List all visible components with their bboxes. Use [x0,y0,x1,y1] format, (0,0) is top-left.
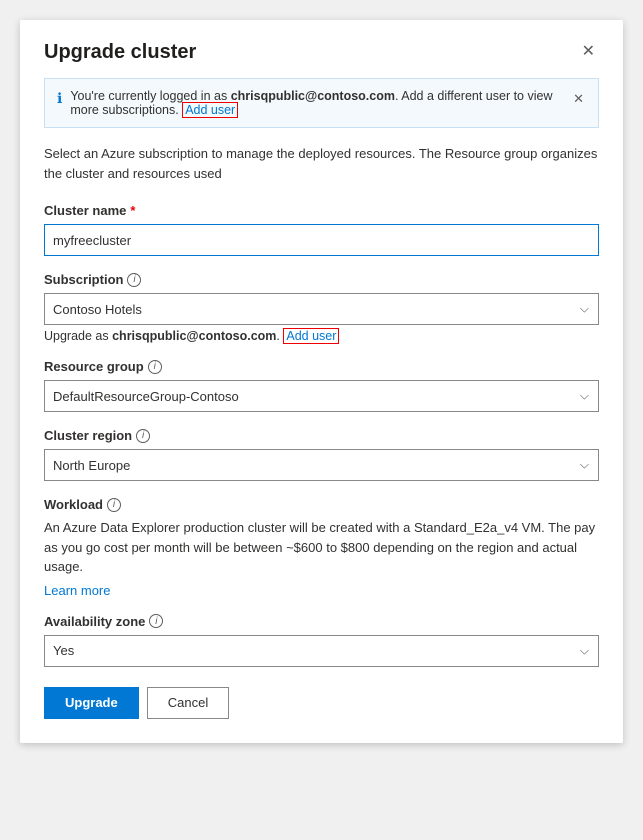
cancel-button[interactable]: Cancel [147,687,229,719]
banner-add-user-link[interactable]: Add user [182,102,238,118]
availability-zone-info-icon: i [149,614,163,628]
subscription-select[interactable]: Contoso Hotels [44,293,599,325]
learn-more-link[interactable]: Learn more [44,583,110,598]
dialog-header: Upgrade cluster ✕ [44,40,599,64]
subscription-select-wrapper: Contoso Hotels ⌵ [44,293,599,325]
availability-zone-field: Availability zone i Yes ⌵ [44,614,599,667]
cluster-region-select[interactable]: North Europe [44,449,599,481]
subscription-info-icon: i [127,273,141,287]
upgrade-cluster-dialog: Upgrade cluster ✕ ℹ You're currently log… [20,20,623,743]
resource-group-info-icon: i [148,360,162,374]
cluster-name-input[interactable] [44,224,599,256]
workload-description: An Azure Data Explorer production cluste… [44,518,599,577]
resource-group-select-wrapper: DefaultResourceGroup-Contoso ⌵ [44,380,599,412]
footer-buttons: Upgrade Cancel [44,687,599,719]
resource-group-select[interactable]: DefaultResourceGroup-Contoso [44,380,599,412]
cluster-region-label: Cluster region i [44,428,599,443]
availability-zone-select-wrapper: Yes ⌵ [44,635,599,667]
subscription-label: Subscription i [44,272,599,287]
subscription-add-user-link[interactable]: Add user [283,328,339,344]
workload-label: Workload i [44,497,599,512]
dialog-title: Upgrade cluster [44,41,196,64]
info-banner: ℹ You're currently logged in as chrisqpu… [44,78,599,128]
cluster-region-select-wrapper: North Europe ⌵ [44,449,599,481]
banner-text: You're currently logged in as chrisqpubl… [70,89,563,117]
availability-zone-label: Availability zone i [44,614,599,629]
cluster-name-label: Cluster name * [44,203,599,218]
cluster-region-field: Cluster region i North Europe ⌵ [44,428,599,481]
required-indicator: * [130,203,135,218]
banner-close-button[interactable]: ✕ [571,89,586,109]
cluster-region-info-icon: i [136,429,150,443]
cluster-name-field: Cluster name * [44,203,599,256]
info-icon: ℹ [57,90,62,107]
workload-info-icon: i [107,498,121,512]
workload-field: Workload i An Azure Data Explorer produc… [44,497,599,598]
resource-group-label: Resource group i [44,359,599,374]
upgrade-button[interactable]: Upgrade [44,687,139,719]
form-description: Select an Azure subscription to manage t… [44,144,599,183]
availability-zone-select[interactable]: Yes [44,635,599,667]
close-dialog-button[interactable]: ✕ [578,40,599,64]
subscription-field: Subscription i Contoso Hotels ⌵ Upgrade … [44,272,599,343]
resource-group-field: Resource group i DefaultResourceGroup-Co… [44,359,599,412]
subscription-note: Upgrade as chrisqpublic@contoso.com. Add… [44,329,599,343]
